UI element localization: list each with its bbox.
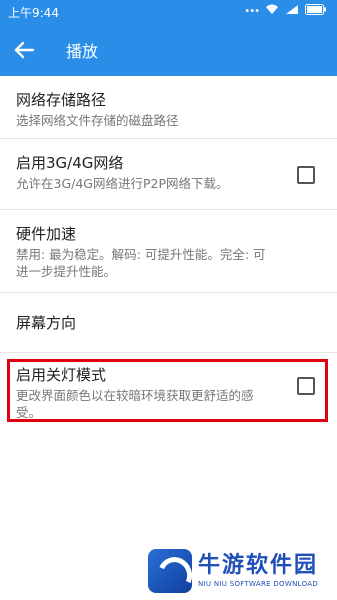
setting-title: 屏幕方向 [16, 314, 77, 332]
setting-network-storage-path[interactable]: 网络存储路径 选择网络文件存储的磁盘路径 [0, 76, 337, 139]
setting-title: 网络存储路径 [16, 91, 107, 109]
page-title: 播放 [66, 42, 99, 61]
setting-title: 启用3G/4G网络 [16, 154, 124, 172]
watermark-text: 牛游软件园 NIU NIU SOFTWARE DOWNLOAD [198, 553, 318, 589]
status-time: 上午9:44 [8, 6, 59, 20]
watermark: 牛游软件园 NIU NIU SOFTWARE DOWNLOAD [148, 546, 332, 596]
setting-summary: 禁用: 最为稳定。解码: 可提升性能。完全: 可进一步提升性能。 [16, 247, 266, 279]
watermark-logo-icon [148, 549, 192, 593]
app-bar: 播放 [0, 24, 337, 76]
setting-summary: 选择网络文件存储的磁盘路径 [16, 113, 179, 128]
status-bar: 上午9:44 ••• [0, 0, 337, 24]
watermark-subtitle: NIU NIU SOFTWARE DOWNLOAD [198, 580, 319, 588]
setting-summary: 更改界面颜色以在较暗环境获取更舒适的感受。 [16, 388, 254, 420]
mobile-network-checkbox[interactable] [297, 166, 315, 184]
setting-summary: 允许在3G/4G网络进行P2P网络下载。 [16, 176, 229, 191]
setting-night-mode[interactable]: 启用关灯模式 更改界面颜色以在较暗环境获取更舒适的感受。 [0, 353, 337, 433]
arrow-back-icon[interactable] [10, 36, 38, 64]
battery-icon [305, 4, 327, 18]
setting-hardware-acceleration[interactable]: 硬件加速 禁用: 最为稳定。解码: 可提升性能。完全: 可进一步提升性能。 [0, 210, 337, 293]
night-mode-checkbox[interactable] [297, 377, 315, 395]
settings-list: 网络存储路径 选择网络文件存储的磁盘路径 启用3G/4G网络 允许在3G/4G网… [0, 76, 337, 433]
status-icons: ••• [244, 4, 327, 18]
setting-title: 启用关灯模式 [16, 366, 107, 384]
wifi-icon [265, 4, 279, 18]
signal-icon [285, 4, 299, 18]
setting-screen-orientation[interactable]: 屏幕方向 [0, 293, 337, 353]
setting-title: 硬件加速 [16, 225, 77, 243]
watermark-title: 牛游软件园 [198, 553, 319, 578]
setting-enable-mobile-network[interactable]: 启用3G/4G网络 允许在3G/4G网络进行P2P网络下载。 [0, 139, 337, 210]
notification-dots-icon: ••• [244, 5, 260, 17]
